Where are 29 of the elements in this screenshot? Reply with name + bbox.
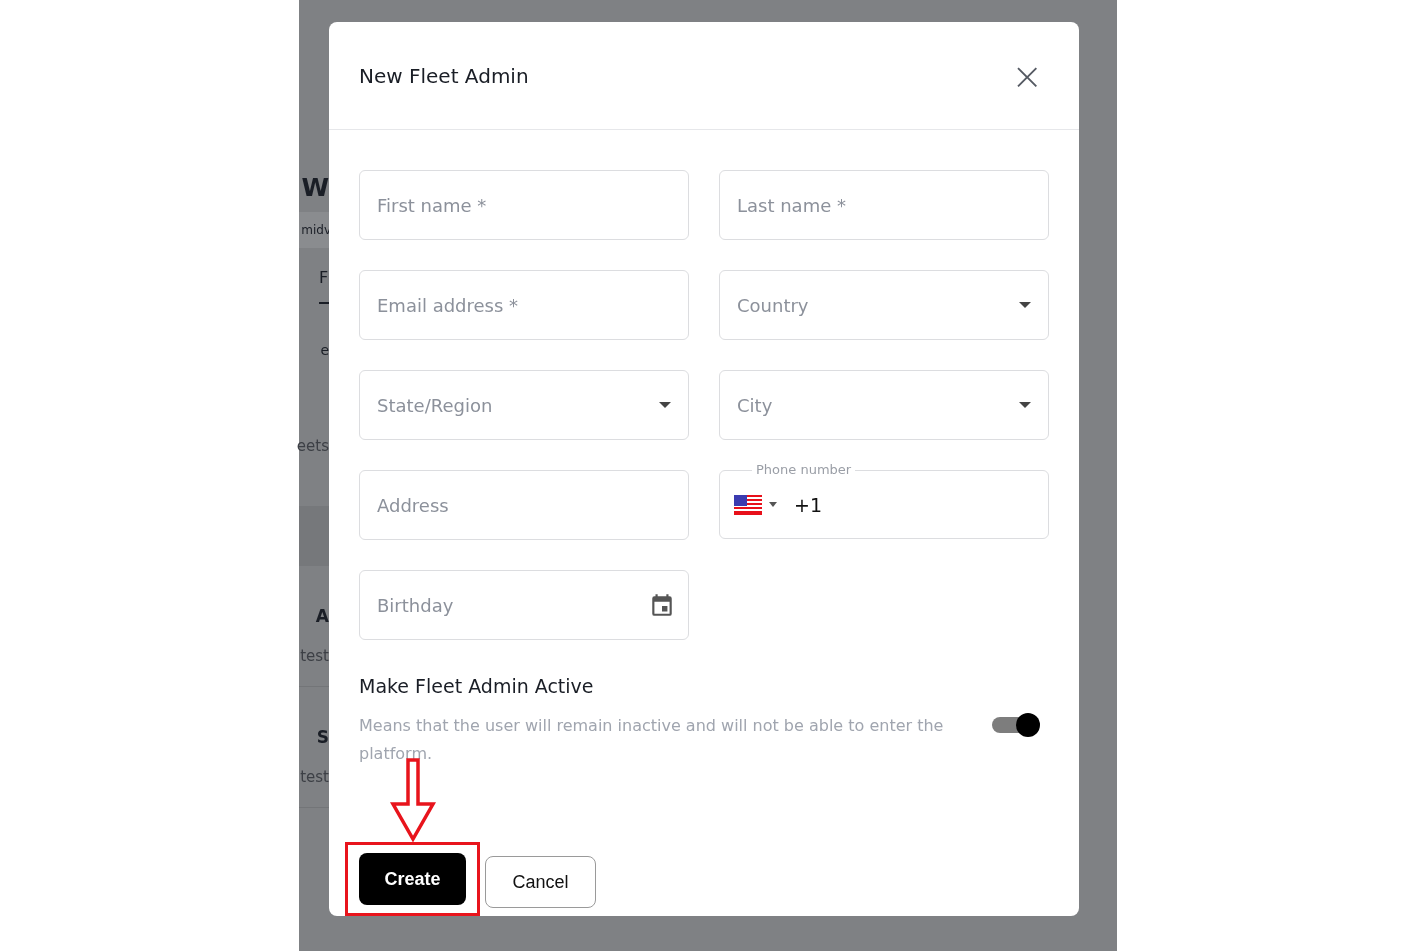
toggle-switch[interactable] xyxy=(992,711,1040,738)
page-text: test xyxy=(300,647,329,665)
caret-icon xyxy=(659,402,671,408)
dialog-title: New Fleet Admin xyxy=(359,63,529,88)
flag-icon[interactable] xyxy=(734,494,762,515)
page-text: F xyxy=(319,268,329,287)
caret-icon xyxy=(1019,402,1031,408)
page-text: test xyxy=(300,768,329,786)
create-button[interactable]: Create xyxy=(359,853,466,905)
input-field[interactable]: Last name * xyxy=(719,170,1049,240)
input-field[interactable]: First name * xyxy=(359,170,689,240)
cancel-button[interactable]: Cancel xyxy=(485,856,596,908)
caret-icon[interactable] xyxy=(769,502,777,507)
select-field[interactable]: Country xyxy=(719,270,1049,340)
phone-value: +1 xyxy=(794,493,822,516)
setting-title: Make Fleet Admin Active xyxy=(359,675,595,697)
page-text: S xyxy=(316,727,329,747)
calendar-icon[interactable] xyxy=(649,592,675,618)
select-field[interactable]: City xyxy=(719,370,1049,440)
input-field[interactable]: Address xyxy=(359,470,689,540)
page-text: W xyxy=(301,172,329,202)
input-field[interactable]: Email address * xyxy=(359,270,689,340)
setting-description: Means that the user will remain inactive and will not be able to enter the platform. xyxy=(359,715,945,765)
date-field[interactable]: Birthday xyxy=(359,570,689,640)
caret-icon xyxy=(1019,302,1031,308)
select-field[interactable]: State/Region xyxy=(359,370,689,440)
page-text: A xyxy=(315,606,329,626)
page-text: e xyxy=(320,342,329,358)
close-button[interactable]: × xyxy=(1005,56,1049,95)
